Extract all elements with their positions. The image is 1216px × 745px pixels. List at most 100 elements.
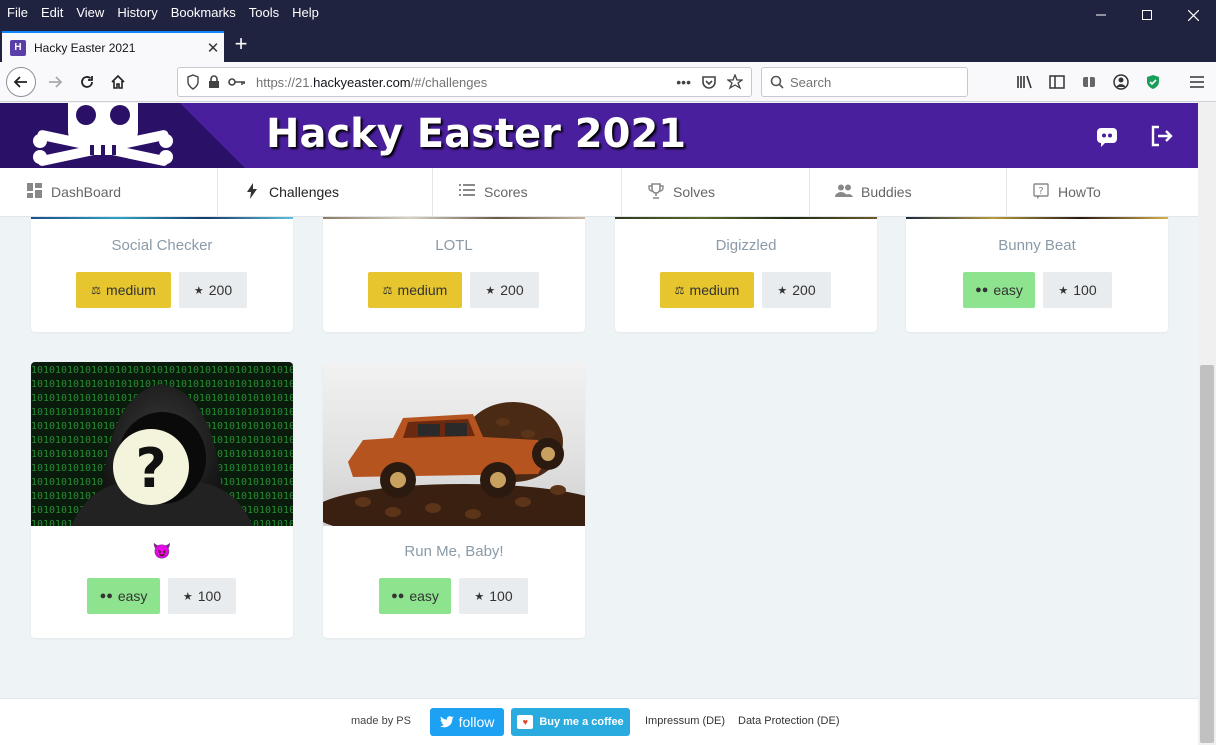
search-input[interactable]: Search	[761, 67, 968, 97]
site-nav: DashBoard Challenges Scores Solves Buddi…	[0, 168, 1198, 217]
menu-history[interactable]: History	[110, 5, 163, 20]
svg-text:?: ?	[1038, 186, 1043, 197]
tab-howto[interactable]: ? HowTo	[1007, 168, 1198, 216]
challenge-card[interactable]: Bunny Beat ●● easy ★ 100	[906, 217, 1168, 332]
menu-tools[interactable]: Tools	[242, 5, 285, 20]
tab-scores[interactable]: Scores	[433, 168, 622, 216]
difficulty-label: medium	[106, 282, 156, 298]
key-icon[interactable]	[228, 76, 246, 88]
url-domain: hackyeaster.com	[313, 74, 411, 90]
medal-icon: ★	[485, 284, 496, 297]
discord-icon[interactable]	[1094, 123, 1120, 149]
trophy-icon	[647, 182, 665, 202]
back-button[interactable]	[6, 67, 36, 97]
challenge-image	[323, 217, 585, 219]
lock-icon[interactable]	[208, 75, 220, 89]
twitter-icon	[439, 716, 454, 728]
home-icon	[111, 74, 125, 89]
menu-bookmarks[interactable]: Bookmarks	[164, 5, 242, 20]
star-icon[interactable]	[727, 74, 743, 90]
home-button[interactable]	[103, 67, 133, 97]
page-scrollbar[interactable]	[1198, 103, 1216, 745]
points-label: 200	[500, 282, 524, 298]
challenges-grid: Social Checker ⚖ medium ★ 200 LOTL ⚖ medium…	[0, 217, 1198, 698]
tab-label: Scores	[484, 184, 528, 200]
bolt-icon	[243, 182, 261, 202]
minimize-icon	[1096, 14, 1106, 16]
reload-button[interactable]	[72, 67, 102, 97]
shield-icon[interactable]	[186, 74, 200, 90]
account-icon[interactable]	[1108, 70, 1134, 94]
challenge-card[interactable]: Run Me, Baby! ●● easy ★ 100	[323, 362, 585, 638]
points-badge: ★ 200	[762, 272, 831, 308]
navigation-bar: https://21.hackyeaster.com/#/challenges …	[0, 62, 1216, 102]
logout-icon[interactable]	[1148, 123, 1174, 149]
difficulty-badge: ⚖ medium	[76, 272, 171, 308]
scrollbar-thumb[interactable]	[1200, 365, 1214, 743]
challenge-card[interactable]: Digizzled ⚖ medium ★ 200	[615, 217, 877, 332]
sidebar-icon[interactable]	[1044, 70, 1070, 94]
medal-icon: ★	[182, 590, 193, 603]
hamburger-menu-icon[interactable]	[1184, 70, 1210, 94]
tab-solves[interactable]: Solves	[622, 168, 810, 216]
maximize-icon	[1142, 10, 1152, 20]
tab-label: HowTo	[1058, 184, 1101, 200]
challenge-image	[906, 217, 1168, 219]
url-bar[interactable]: https://21.hackyeaster.com/#/challenges …	[177, 67, 752, 97]
tab-close-icon[interactable]: ✕	[202, 39, 224, 57]
twitter-follow-button[interactable]: follow	[430, 708, 504, 736]
search-icon	[770, 75, 784, 89]
coffee-label: Buy me a coffee	[539, 716, 624, 728]
points-badge: ★ 100	[459, 578, 528, 614]
menu-view[interactable]: View	[69, 5, 110, 20]
points-label: 200	[208, 282, 233, 298]
site-title: Hacky Easter 2021	[266, 111, 687, 157]
tab-dashboard[interactable]: DashBoard	[0, 168, 218, 216]
difficulty-badge: ●● easy	[379, 578, 451, 614]
toy-jeep-coffee-image	[323, 402, 585, 526]
menu-help[interactable]: Help	[285, 5, 325, 20]
impressum-link[interactable]: Impressum (DE)	[645, 715, 725, 727]
arrow-left-icon	[13, 76, 27, 88]
dashboard-icon	[25, 183, 43, 201]
menu-file[interactable]: File	[0, 5, 34, 20]
follow-label: follow	[458, 714, 495, 730]
pocket-icon[interactable]	[701, 74, 717, 90]
made-by-text: made by PS	[351, 715, 411, 727]
challenge-title: LOTL	[435, 237, 473, 254]
forward-button[interactable]	[40, 67, 70, 97]
tab-strip: H Hacky Easter 2021 ✕	[0, 25, 1216, 62]
challenge-card[interactable]: LOTL ⚖ medium ★ 200	[323, 217, 585, 332]
data-protection-link[interactable]: Data Protection (DE)	[738, 715, 839, 727]
challenge-card[interactable]: Social Checker ⚖ medium ★ 200	[31, 217, 293, 332]
challenge-title: 😈	[152, 543, 172, 560]
extension-shield-icon[interactable]	[1140, 70, 1166, 94]
tab-label: Buddies	[861, 184, 912, 200]
scale-icon: ⚖	[382, 284, 393, 297]
question-icon: ?	[1032, 182, 1050, 202]
mask-icon: ●●	[99, 590, 113, 602]
browser-tab[interactable]: H Hacky Easter 2021 ✕	[2, 31, 224, 62]
challenge-title: Bunny Beat	[998, 237, 1076, 254]
challenge-title: Digizzled	[715, 237, 777, 254]
challenge-title: Social Checker	[111, 237, 213, 254]
page-actions-icon[interactable]: •••	[676, 74, 691, 90]
library-icon[interactable]	[1012, 70, 1038, 94]
points-badge: ★ 100	[1043, 272, 1112, 308]
url-text[interactable]: https://21.hackyeaster.com/#/challenges	[256, 75, 676, 90]
challenge-card[interactable]: 1010 ? 😈 ●● easy ★ 100	[31, 362, 293, 638]
tab-buddies[interactable]: Buddies	[810, 168, 1007, 216]
difficulty-label: easy	[117, 588, 148, 604]
scale-icon: ⚖	[674, 284, 685, 297]
difficulty-label: medium	[397, 282, 448, 298]
difficulty-badge: ●● easy	[87, 578, 160, 614]
buy-me-coffee-button[interactable]: ♥ Buy me a coffee	[511, 708, 630, 736]
points-badge: ★ 200	[179, 272, 247, 308]
difficulty-badge: ⚖ medium	[660, 272, 754, 308]
new-tab-button[interactable]: +	[230, 30, 252, 58]
menu-edit[interactable]: Edit	[34, 5, 69, 20]
container-icon[interactable]	[1076, 70, 1102, 94]
tab-challenges[interactable]: Challenges	[218, 168, 433, 216]
coffee-cup-icon: ♥	[517, 715, 534, 729]
reload-icon	[81, 76, 93, 88]
